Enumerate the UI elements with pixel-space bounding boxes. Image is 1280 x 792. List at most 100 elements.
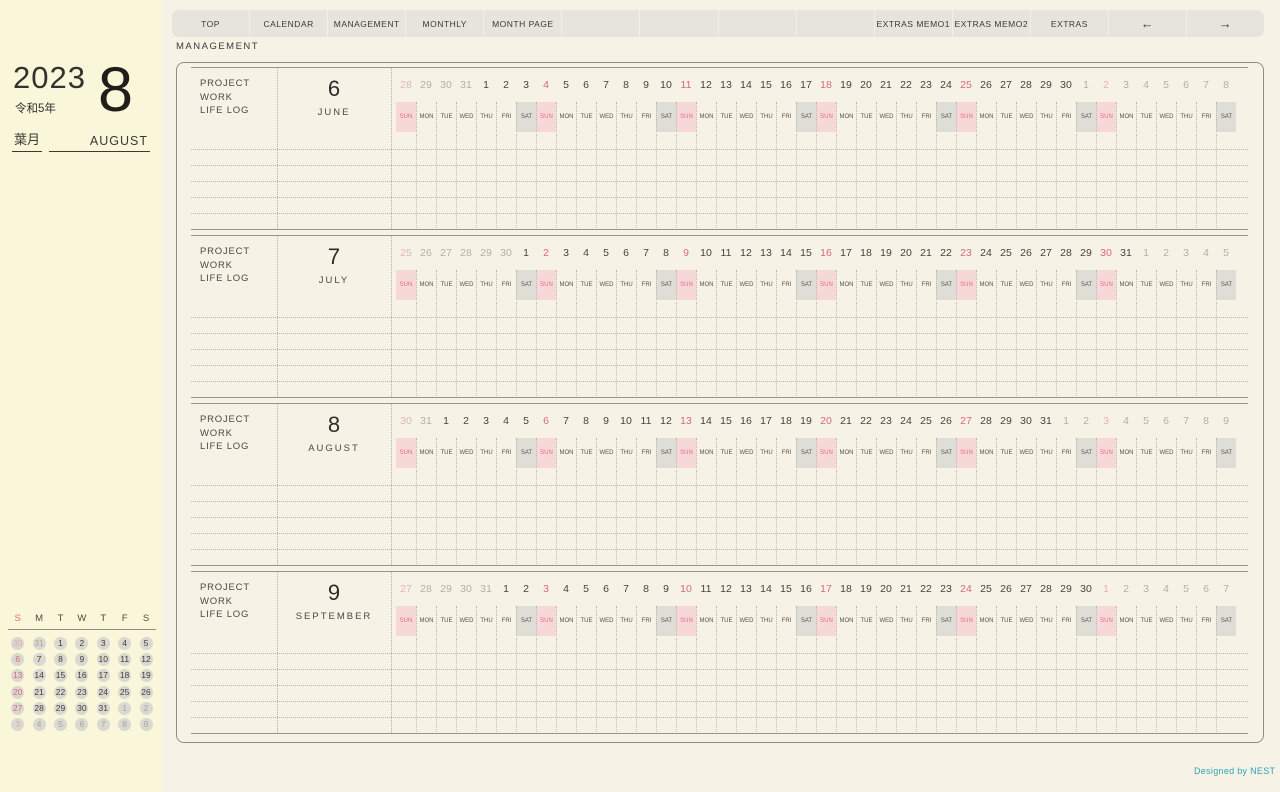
mini-day[interactable]: 20	[11, 685, 25, 699]
mini-day[interactable]: 18	[118, 669, 132, 683]
date-number: 23	[940, 583, 952, 595]
date-column: 27 SUN	[396, 572, 416, 636]
date-column: 29 SAT	[1076, 236, 1096, 300]
mini-calendar-cell: 19	[135, 665, 156, 683]
date-column: 30 WED	[1016, 404, 1036, 468]
mini-day[interactable]: 8	[53, 653, 67, 667]
mini-day[interactable]: 2	[75, 637, 89, 650]
date-column: 22 THU	[896, 68, 916, 132]
mini-day[interactable]: 8	[118, 717, 132, 731]
mini-day[interactable]: 4	[118, 637, 132, 650]
mini-day[interactable]: 31	[96, 701, 110, 715]
mini-day[interactable]: 11	[118, 653, 132, 667]
mini-day[interactable]: 6	[75, 717, 89, 731]
tab-extras-memo1[interactable]: EXTRAS MEMO1	[875, 10, 953, 37]
mini-day[interactable]: 7	[96, 717, 110, 731]
weekday-cell: SAT	[1216, 102, 1236, 132]
grid-line-cell	[936, 469, 956, 564]
date-column: 28 THU	[1036, 572, 1056, 636]
date-number: 21	[840, 415, 852, 427]
nav-next[interactable]: →	[1187, 10, 1264, 37]
date-column: 26 MON	[976, 68, 996, 132]
grid-line-cell	[476, 637, 496, 732]
weekday-cell: FRI	[776, 606, 796, 636]
mini-day[interactable]: 1	[53, 637, 67, 650]
nav-prev[interactable]: ←	[1109, 10, 1188, 37]
mini-day[interactable]: 23	[75, 685, 89, 699]
mini-day[interactable]: 22	[53, 685, 67, 699]
date-column: 9 SAT	[656, 572, 676, 636]
date-column: 2 SUN	[1096, 68, 1116, 132]
mini-day[interactable]: 5	[53, 717, 67, 731]
weekday-cell: TUE	[856, 606, 876, 636]
mini-day[interactable]: 3	[96, 637, 110, 650]
tab-top[interactable]: TOP	[172, 10, 251, 37]
date-column: 1 SAT	[516, 236, 536, 300]
mini-day[interactable]: 26	[139, 685, 153, 699]
mini-day[interactable]: 21	[32, 685, 46, 699]
mini-day[interactable]: 30	[75, 701, 89, 715]
tab-management[interactable]: MANAGEMENT	[328, 10, 407, 37]
mini-day[interactable]: 15	[53, 669, 67, 683]
date-number: 27	[1040, 247, 1052, 259]
date-column: 3 TUE	[1136, 572, 1156, 636]
date-number: 15	[720, 415, 732, 427]
mini-day[interactable]: 29	[53, 701, 67, 715]
tab-extras[interactable]: EXTRAS	[1031, 10, 1109, 37]
date-column: 17 SAT	[796, 68, 816, 132]
grid-line-cell	[916, 637, 936, 732]
mini-day[interactable]: 27	[11, 701, 25, 715]
date-column: 20 SUN	[816, 404, 836, 468]
mini-day[interactable]: 30	[11, 637, 25, 650]
mini-day[interactable]: 2	[139, 701, 153, 715]
mini-day[interactable]: 7	[32, 653, 46, 667]
date-number: 7	[1203, 79, 1209, 91]
mini-day[interactable]: 9	[139, 717, 153, 731]
mini-day[interactable]: 9	[75, 653, 89, 667]
date-number: 13	[720, 79, 732, 91]
mini-day[interactable]: 16	[75, 669, 89, 683]
grid-line-cell	[756, 637, 776, 732]
date-column: 8 TUE	[576, 404, 596, 468]
mini-day[interactable]: 19	[139, 669, 153, 683]
mini-day[interactable]: 1	[118, 701, 132, 715]
mini-calendar-cell: 1	[50, 633, 71, 650]
date-number: 20	[900, 247, 912, 259]
mini-weekday-label: W	[77, 613, 87, 624]
mini-day[interactable]: 14	[32, 669, 46, 683]
grid-line-cell	[996, 301, 1016, 396]
mini-day[interactable]: 4	[32, 717, 46, 731]
mini-day[interactable]: 10	[96, 653, 110, 667]
grid-line-cell	[976, 301, 996, 396]
tab-calendar[interactable]: CALENDAR	[250, 10, 329, 37]
date-number: 22	[860, 415, 872, 427]
grid-line-cell	[916, 469, 936, 564]
mini-day[interactable]: 28	[32, 701, 46, 715]
mini-day[interactable]: 13	[11, 669, 25, 683]
mini-day[interactable]: 25	[118, 685, 132, 699]
date-column: 25 FRI	[916, 404, 936, 468]
mini-day[interactable]: 6	[11, 653, 25, 667]
date-number: 21	[880, 79, 892, 91]
tab-extras-memo2[interactable]: EXTRAS MEMO2	[953, 10, 1031, 37]
designer-credit: Designed by NEST	[1194, 766, 1276, 776]
weekday-cell: TUE	[576, 102, 596, 132]
mini-day[interactable]: 31	[32, 637, 46, 650]
weekday-cell: TUE	[856, 270, 876, 300]
date-column: 3 MON	[556, 236, 576, 300]
mini-day[interactable]: 12	[139, 653, 153, 667]
date-number: 1	[443, 415, 449, 427]
mini-day[interactable]: 3	[11, 717, 25, 731]
grid-line-cell	[836, 133, 856, 228]
grid-line-cell	[1176, 133, 1196, 228]
date-column: 5 SAT	[1216, 236, 1236, 300]
mini-day[interactable]: 5	[139, 637, 153, 650]
date-number: 8	[663, 247, 669, 259]
tab-month-page[interactable]: MONTH PAGE	[484, 10, 563, 37]
weekday-cell: SUN	[1096, 270, 1116, 300]
tab-monthly[interactable]: MONTHLY	[406, 10, 485, 37]
date-number: 24	[900, 415, 912, 427]
grid-line-cell	[1136, 469, 1156, 564]
mini-day[interactable]: 24	[96, 685, 110, 699]
mini-day[interactable]: 17	[96, 669, 110, 683]
